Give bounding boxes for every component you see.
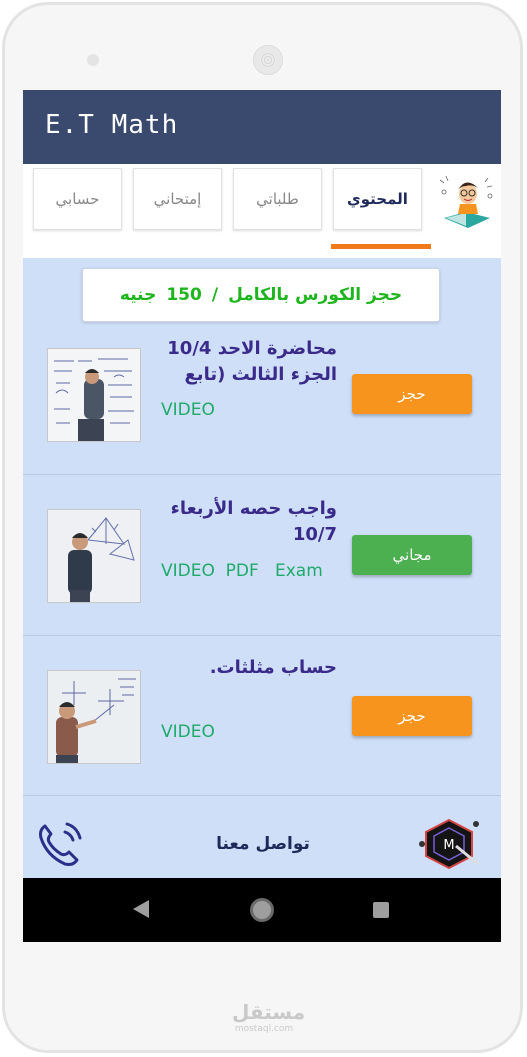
booking-label: حجز الكورس بالكامل — [228, 285, 403, 305]
lesson-thumbnail[interactable] — [47, 670, 141, 764]
phone-call-icon[interactable] — [35, 818, 87, 870]
book-lesson-button[interactable]: حجز — [352, 374, 472, 414]
home-icon[interactable] — [250, 898, 274, 922]
active-tab-indicator — [331, 244, 431, 249]
tab-content[interactable]: المحتوي — [333, 168, 422, 230]
recent-apps-icon[interactable] — [373, 902, 389, 918]
free-lesson-button[interactable]: مجاني — [352, 535, 472, 575]
course-content: حجز الكورس بالكامل / 150 جنيه محاضرة الا… — [23, 258, 501, 878]
lesson-title: واجب حصه الأربعاء 10/7 — [170, 498, 337, 545]
app-screen: E.T Math حسابي إمتحاني طلباتي المحتوي حج… — [23, 90, 501, 942]
student-reading-icon — [439, 175, 493, 228]
tab-orders[interactable]: طلباتي — [233, 168, 322, 230]
book-full-course-button[interactable]: حجز الكورس بالكامل / 150 جنيه — [82, 268, 440, 322]
lesson-tags: VIDEO PDF Exam — [161, 561, 323, 581]
watermark-latin: mostaql.com — [234, 1024, 294, 1034]
watermark: مستقل mostaql.com — [232, 1000, 306, 1035]
booking-price: 150 — [166, 285, 202, 305]
app-bar: E.T Math — [23, 90, 501, 164]
lesson-thumbnail[interactable] — [47, 509, 141, 603]
tab-exams[interactable]: إمتحاني — [133, 168, 222, 230]
sensor-dot — [87, 54, 99, 66]
math-logo-icon: M — [419, 818, 479, 870]
lesson-item: محاضرة الاحد 10/4 الجزء الثالث (تابع الا… — [23, 324, 501, 475]
back-icon[interactable] — [133, 900, 149, 918]
lesson-item: واجب حصه الأربعاء 10/7 VIDEO PDF Exam مج… — [23, 474, 501, 636]
contact-bar: تواصل معنا M — [23, 808, 501, 878]
booking-separator: / — [211, 285, 219, 305]
lesson-thumbnail[interactable] — [47, 348, 141, 442]
watermark-arabic: مستقل — [232, 1000, 306, 1024]
front-camera — [253, 45, 283, 75]
lesson-tags: VIDEO — [161, 722, 215, 742]
tab-bar: حسابي إمتحاني طلباتي المحتوي — [23, 164, 501, 256]
lesson-item: حساب مثلثات. VIDEO حجز — [23, 635, 501, 796]
system-nav-bar — [23, 878, 501, 942]
lesson-tags: VIDEO — [161, 400, 215, 420]
tab-account[interactable]: حسابي — [33, 168, 122, 230]
app-title: E.T Math — [45, 110, 179, 140]
svg-text:M: M — [443, 838, 454, 853]
contact-us-label[interactable]: تواصل معنا — [173, 834, 353, 854]
booking-currency: جنيه — [119, 285, 157, 305]
book-lesson-button[interactable]: حجز — [352, 696, 472, 736]
lesson-title: حساب مثلثات. — [209, 657, 337, 678]
lesson-title: محاضرة الاحد 10/4 الجزء الثالث (تابع الا… — [167, 338, 337, 385]
